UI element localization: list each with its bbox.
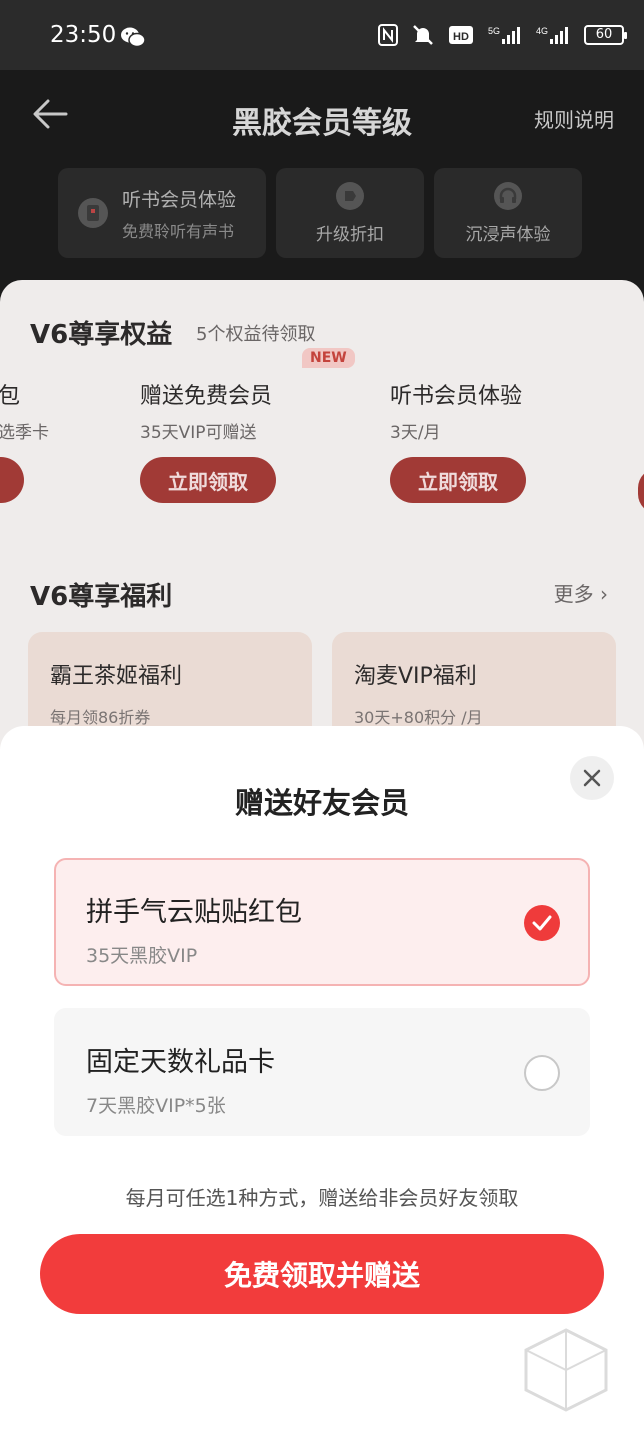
nfc-icon xyxy=(378,24,398,46)
claim-now-button[interactable]: 立即领取 xyxy=(140,457,276,503)
rules-link[interactable]: 规则说明 xyxy=(534,104,614,133)
claim-now-button[interactable] xyxy=(638,468,644,514)
4g-signal-icon: 4G xyxy=(536,26,568,44)
welfare-title: V6尊享福利 xyxy=(30,582,173,612)
option-sub: 7天黑胶VIP*5张 xyxy=(86,1095,226,1117)
status-bar: 23:50 HD 5G 4G 60 xyxy=(0,0,644,70)
status-icons: HD 5G 4G 60 xyxy=(378,24,627,46)
headphones-icon xyxy=(494,181,522,210)
right-card-title: 听书会员体验 xyxy=(390,384,523,409)
claim-now-button[interactable]: 立即领取 xyxy=(390,457,526,503)
option-fixed-gift-card[interactable]: 固定天数礼品卡 7天黑胶VIP*5张 xyxy=(54,1008,590,1136)
sheet-title: 赠送好友会员 xyxy=(234,786,409,820)
option-sub: 35天黑胶VIP xyxy=(86,945,198,967)
more-label: 更多 xyxy=(553,582,594,606)
header: 黑胶会员等级 规则说明 听书会员体验 免费聆听有声书 升级折扣 沉浸声体验 xyxy=(0,70,644,280)
perk-tab-immersive-sound[interactable]: 沉浸声体验 xyxy=(434,168,582,258)
right-card-gift-membership[interactable]: 赠送免费会员 35天VIP可赠送 立即领取 xyxy=(140,378,370,503)
perk-tab-label: 沉浸声体验 xyxy=(465,224,551,245)
wechat-icon xyxy=(121,27,146,48)
hd-icon: HD xyxy=(449,26,473,44)
option-title: 固定天数礼品卡 xyxy=(86,1047,275,1078)
rights-subtitle: 5个权益待领取 xyxy=(196,324,316,345)
battery-icon: 60 xyxy=(584,25,627,45)
chevron-right-icon: › xyxy=(600,582,608,606)
right-card-sub: 35天VIP可赠送 xyxy=(140,423,257,443)
perk-tab-audiobook[interactable]: 听书会员体验 免费聆听有声书 xyxy=(58,168,266,258)
welfare-card-sub: 每月领86折券 xyxy=(50,708,151,727)
claim-now-button[interactable] xyxy=(0,457,24,503)
perk-tab-label: 听书会员体验 xyxy=(122,188,237,211)
right-card-title: 赠送免费会员 xyxy=(140,384,273,409)
option-title: 拼手气云贴贴红包 xyxy=(86,897,302,928)
perk-tab-label: 升级折扣 xyxy=(316,224,384,245)
perk-tab-upgrade-discount[interactable]: 升级折扣 xyxy=(276,168,424,258)
book-icon xyxy=(78,198,108,228)
mute-icon xyxy=(413,25,433,45)
right-card-audiobook[interactable]: 听书会员体验 3天/月 立即领取 xyxy=(390,378,620,503)
perk-tab-sub: 免费聆听有声书 xyxy=(122,221,235,241)
more-link[interactable]: 更多 › xyxy=(554,578,608,607)
svg-text:4G: 4G xyxy=(536,26,548,36)
tag-icon xyxy=(336,181,364,210)
close-button[interactable] xyxy=(570,756,614,800)
5g-signal-icon: 5G xyxy=(488,26,520,44)
checked-icon[interactable] xyxy=(524,905,560,941)
svg-text:HD: HD xyxy=(453,31,469,43)
hint-text: 每月可任选1种方式，赠送给非会员好友领取 xyxy=(125,1186,519,1210)
right-card-sub: 3天/月 xyxy=(390,423,441,443)
welfare-card-title: 霸王茶姬福利 xyxy=(50,664,183,689)
option-random-red-packet[interactable]: 拼手气云贴贴红包 35天黑胶VIP xyxy=(54,858,590,986)
watermark-logo-icon xyxy=(524,1328,608,1412)
close-icon xyxy=(583,769,601,787)
rights-title: V6尊享权益 xyxy=(30,320,173,350)
welfare-card-title: 淘麦VIP福利 xyxy=(354,664,477,689)
perk-tabs: 听书会员体验 免费聆听有声书 升级折扣 沉浸声体验 xyxy=(58,168,582,258)
new-badge: NEW xyxy=(302,348,355,368)
radio-unchecked-icon[interactable] xyxy=(524,1055,560,1091)
svg-text:5G: 5G xyxy=(488,26,500,36)
rights-carousel[interactable]: 包 选季卡 NEW 赠送免费会员 35天VIP可赠送 立即领取 听书会员体验 3… xyxy=(0,348,644,528)
welfare-card-sub: 30天+80积分 /月 xyxy=(354,708,483,727)
claim-and-gift-button[interactable]: 免费领取并赠送 xyxy=(40,1234,604,1314)
status-time: 23:50 xyxy=(50,22,117,48)
